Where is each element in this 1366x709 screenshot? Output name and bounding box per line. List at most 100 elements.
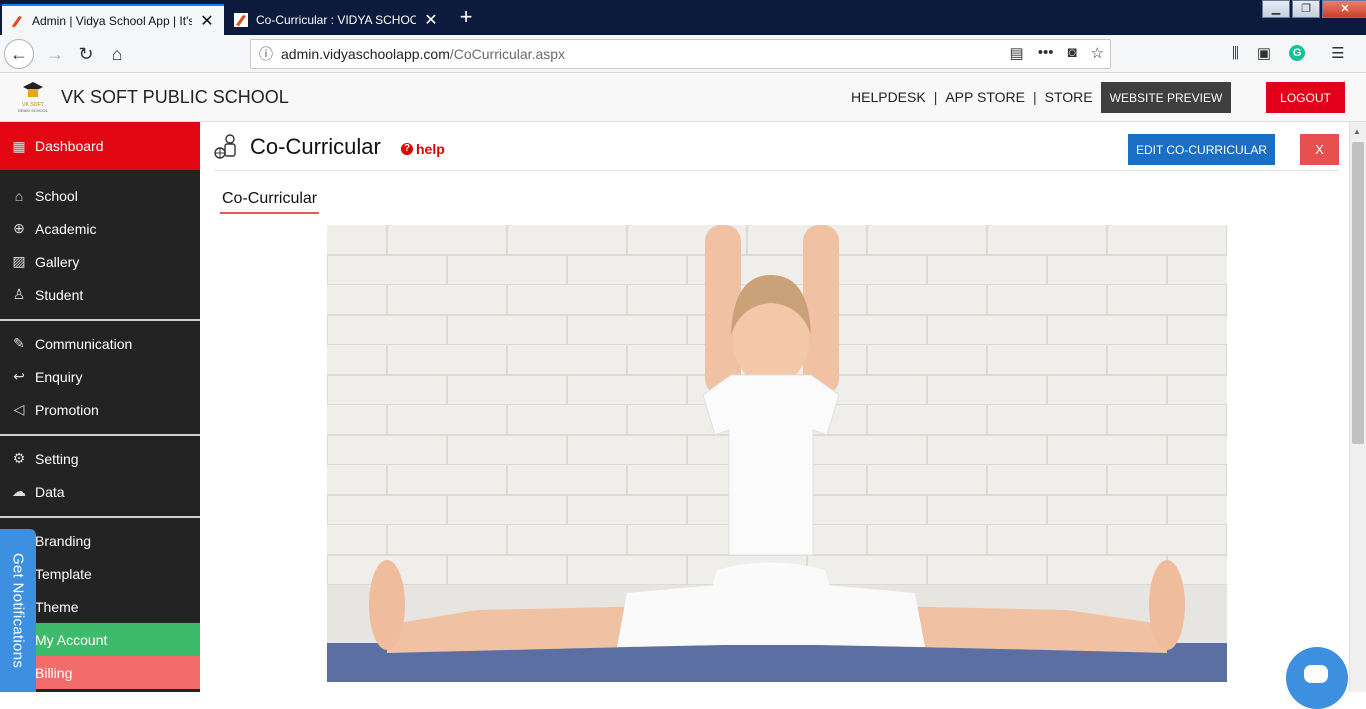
sidebar-item-label: Setting — [35, 450, 79, 467]
scroll-thumb[interactable] — [1352, 142, 1364, 444]
student-icon: ♙ — [12, 286, 26, 302]
globe-icon: ⊕ — [13, 220, 25, 236]
window-controls: ▁ ❐ ✕ — [1260, 0, 1366, 20]
website-preview-button[interactable]: WEBSITE PREVIEW — [1101, 82, 1231, 113]
site-info-icon[interactable]: ⓘ — [251, 44, 281, 64]
browser-tab-cocurricular[interactable]: Co-Curricular : VIDYA SCHOOL ✕ — [226, 4, 448, 35]
page-title: Co-Curricular — [250, 134, 381, 159]
get-notifications-label: Get Notifications — [9, 552, 27, 669]
tab-co-curricular[interactable]: Co-Curricular — [220, 190, 320, 214]
get-notifications-tab[interactable]: Get Notifications — [0, 529, 36, 692]
url-host: admin.vidyaschoolapp.com — [281, 46, 450, 62]
top-nav: HELPDESK | APP STORE | STORE — [851, 89, 1093, 105]
gear-icon: ⚙ — [12, 450, 26, 466]
sidebar-item-communication[interactable]: ✎ Communication — [0, 327, 200, 360]
sidebar-item-label: My Account — [35, 631, 108, 648]
nav-separator: | — [1032, 89, 1037, 105]
sidebar-item-label: Theme — [35, 598, 79, 615]
reader-view-icon[interactable]: ▤ — [1010, 44, 1024, 62]
svg-text:DEMO SCHOOL: DEMO SCHOOL — [18, 108, 48, 113]
sidebar-item-label: Communication — [35, 335, 133, 352]
edit-co-curricular-button[interactable]: EDIT CO-CURRICULAR — [1128, 134, 1275, 165]
sidebar-item-promotion[interactable]: ◁ Promotion — [0, 393, 200, 426]
sidebar-item-school[interactable]: ⌂ School — [0, 179, 200, 212]
sidebar-item-label: Data — [35, 483, 65, 500]
scroll-up-icon[interactable]: ▲ — [1353, 127, 1361, 136]
sidebar-divider — [0, 434, 200, 436]
sidebar-item-setting[interactable]: ⚙ Setting — [0, 442, 200, 475]
sidebar-item-label: Promotion — [35, 401, 99, 418]
nav-app-store[interactable]: APP STORE — [945, 89, 1025, 105]
new-tab-icon[interactable]: + — [454, 6, 478, 28]
browser-tab-admin[interactable]: Admin | Vidya School App | It's ✕ — [2, 4, 224, 35]
browser-tab-strip: Admin | Vidya School App | It's ✕ Co-Cur… — [0, 0, 1366, 35]
nav-separator: | — [933, 89, 938, 105]
url-path: /CoCurricular.aspx — [449, 46, 566, 62]
nav-helpdesk[interactable]: HELPDESK — [851, 89, 926, 105]
cloud-icon: ☁ — [12, 483, 26, 499]
sidebar-item-label: Branding — [35, 532, 92, 549]
url-bar[interactable]: ⓘ admin.vidyaschoolapp.com/CoCurricular.… — [250, 39, 1111, 69]
close-tab-icon[interactable]: ✕ — [198, 11, 216, 31]
sidebar-toggle-icon[interactable]: ▣ — [1257, 44, 1271, 62]
sidebar-divider — [0, 319, 200, 321]
image-icon: ▨ — [12, 253, 26, 269]
forward-icon[interactable]: → — [40, 39, 70, 69]
sidebar-item-label: Gallery — [35, 253, 80, 270]
pencil-icon: ✎ — [13, 335, 25, 351]
close-tab-icon[interactable]: ✕ — [422, 10, 440, 30]
sidebar-item-label: Student — [35, 286, 84, 303]
help-link[interactable]: ? help — [401, 141, 445, 157]
window-close-icon[interactable]: ✕ — [1322, 0, 1366, 18]
sidebar-item-academic[interactable]: ⊕ Academic — [0, 212, 200, 245]
question-icon: ? — [401, 143, 413, 155]
pocket-icon[interactable]: ◙ — [1067, 44, 1076, 62]
browser-toolbar-right: ⫼ ▣ G ☰ — [1232, 44, 1345, 63]
url-actions: ▤ ••• ◙ ☆ — [1010, 44, 1104, 62]
page-actions-icon[interactable]: ••• — [1038, 44, 1054, 62]
sidebar-item-enquiry[interactable]: ↩ Enquiry — [0, 360, 200, 393]
sidebar-item-label: School — [35, 187, 78, 204]
sidebar-item-student[interactable]: ♙ Student — [0, 278, 200, 311]
tab-title: Admin | Vidya School App | It's — [32, 13, 192, 28]
app-header: VK SOFT DEMO SCHOOL VK SOFT PUBLIC SCHOO… — [0, 74, 1366, 122]
logout-button[interactable]: LOGOUT — [1266, 82, 1345, 113]
grid-icon: ▦ — [12, 137, 26, 154]
browser-navbar: ← → ↻ ⌂ ⓘ admin.vidyaschoolapp.com/CoCur… — [0, 35, 1366, 73]
maximize-icon[interactable]: ❐ — [1292, 0, 1320, 18]
help-label: help — [416, 141, 445, 157]
sidebar-item-data[interactable]: ☁ Data — [0, 475, 200, 508]
sidebar-item-label: Academic — [35, 220, 97, 237]
school-name: VK SOFT PUBLIC SCHOOL — [61, 87, 289, 107]
reload-icon[interactable]: ↻ — [71, 39, 101, 69]
sidebar-divider — [0, 516, 200, 518]
reply-icon: ↩ — [13, 368, 25, 384]
title-divider — [214, 170, 1339, 171]
chat-widget-button[interactable] — [1286, 647, 1348, 709]
yoga-girl-image — [327, 225, 1227, 682]
sidebar-item-label: Template — [35, 565, 92, 582]
sidebar-item-gallery[interactable]: ▨ Gallery — [0, 245, 200, 278]
sidebar-item-label: Billing — [35, 664, 73, 681]
megaphone-icon: ◁ — [13, 401, 25, 417]
minimize-icon[interactable]: ▁ — [1262, 0, 1290, 18]
vidya-favicon-icon — [12, 15, 22, 28]
chat-icon — [1304, 665, 1328, 683]
back-icon[interactable]: ← — [4, 39, 34, 69]
grammarly-icon[interactable]: G — [1289, 45, 1306, 61]
nav-store[interactable]: STORE — [1045, 89, 1093, 105]
library-icon[interactable]: ⫼ — [1232, 45, 1239, 62]
sidebar-item-label: Enquiry — [35, 368, 83, 385]
page-scrollbar[interactable]: ▲ — [1349, 122, 1366, 692]
co-curricular-photo — [327, 225, 1227, 682]
home-icon[interactable]: ⌂ — [102, 39, 132, 69]
menu-icon[interactable]: ☰ — [1331, 44, 1344, 62]
main-content: Co-Curricular ? help EDIT CO-CURRICULAR … — [200, 122, 1349, 692]
bookmark-star-icon[interactable]: ☆ — [1091, 44, 1104, 62]
vidya-favicon-icon — [234, 12, 248, 27]
school-logo: VK SOFT DEMO SCHOOL — [18, 82, 48, 113]
close-button[interactable]: X — [1300, 134, 1339, 165]
sidebar-item-dashboard[interactable]: ▦ Dashboard — [0, 122, 200, 170]
tab-title: Co-Curricular : VIDYA SCHOOL — [256, 12, 416, 27]
sidebar-item-label: Dashboard — [35, 138, 104, 154]
